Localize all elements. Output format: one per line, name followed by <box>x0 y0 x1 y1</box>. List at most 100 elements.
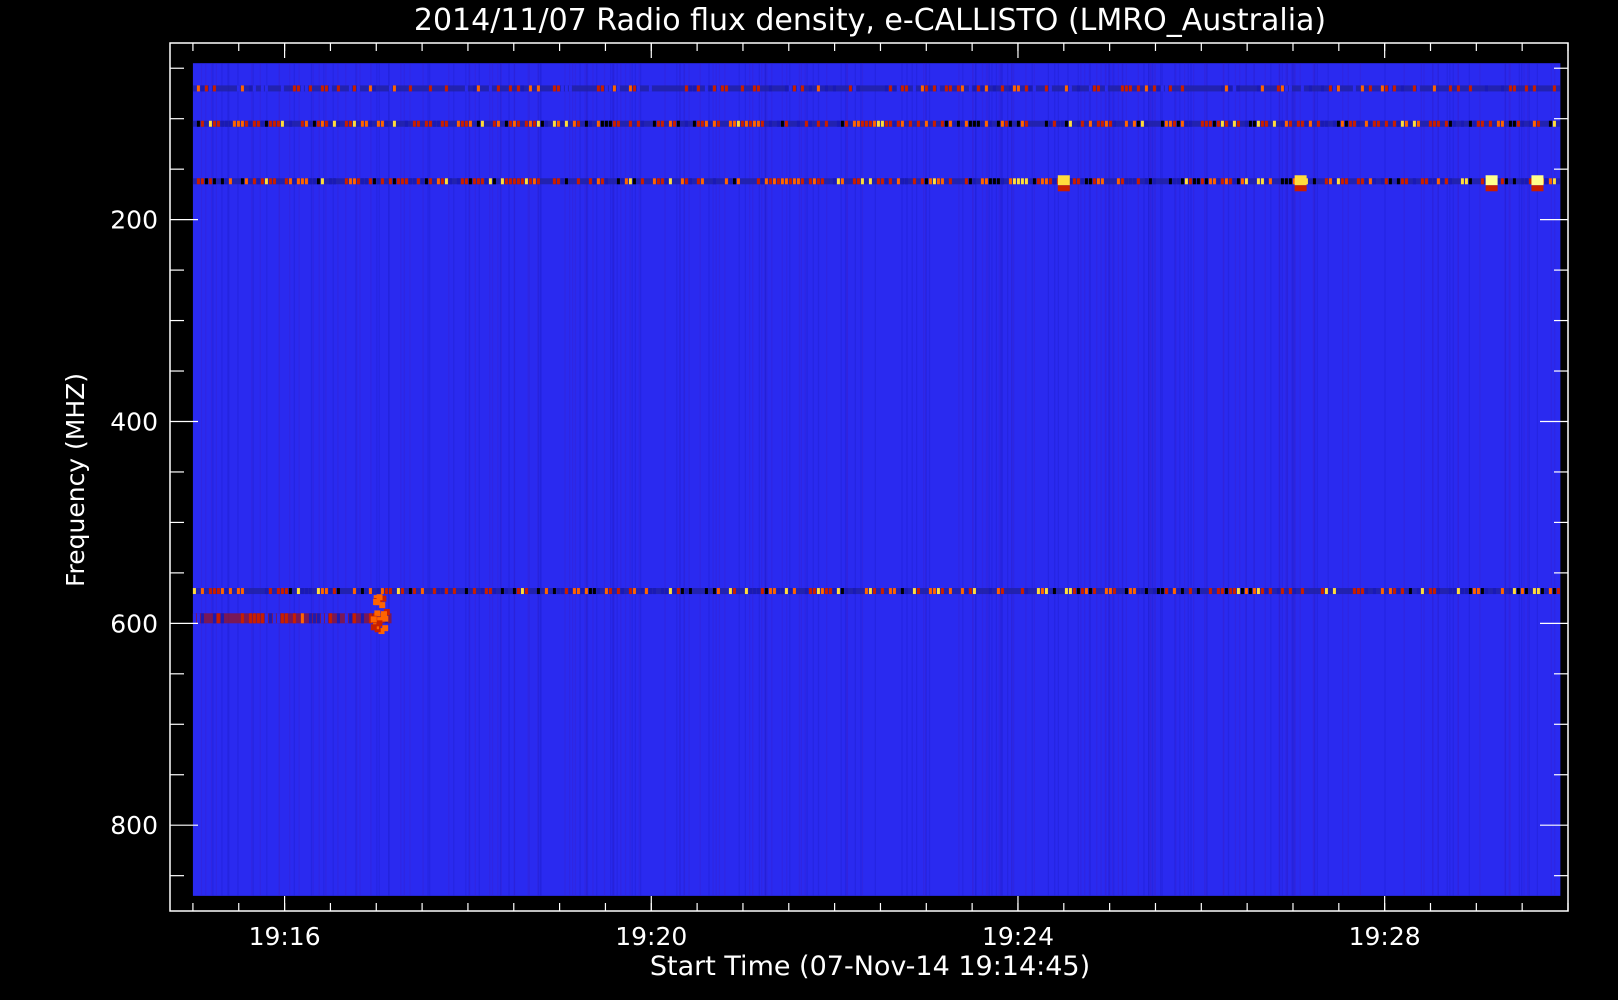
heatmap-cell <box>400 178 404 185</box>
heatmap-cell <box>372 85 376 92</box>
heatmap-cell <box>556 85 560 92</box>
heatmap-cell <box>356 85 360 92</box>
heatmap-cell <box>1388 85 1392 92</box>
heatmap-streak <box>1187 63 1189 896</box>
heatmap-cell <box>272 613 276 624</box>
heatmap-cell <box>1316 120 1320 127</box>
heatmap-cell <box>1328 178 1332 185</box>
heatmap-cell <box>696 120 700 127</box>
heatmap-cell <box>376 588 380 595</box>
heatmap-cell <box>276 588 280 595</box>
heatmap-cell <box>1184 178 1188 185</box>
heatmap-cell <box>276 613 280 624</box>
heatmap-cell <box>936 178 940 185</box>
heatmap-cell <box>616 178 620 185</box>
heatmap-cell <box>860 120 864 127</box>
heatmap-cell <box>1340 178 1344 185</box>
heatmap-cell <box>1008 178 1012 185</box>
heatmap-cell <box>724 178 728 185</box>
heatmap-cell <box>1512 85 1516 92</box>
heatmap-cell <box>292 178 296 185</box>
heatmap-cell <box>196 85 200 92</box>
heatmap-cell <box>1168 85 1172 92</box>
heatmap-cell <box>1120 85 1124 92</box>
heatmap-streak <box>1253 63 1255 896</box>
heatmap-cell <box>604 120 608 127</box>
heatmap-streak <box>1508 63 1510 896</box>
heatmap-cell <box>1236 120 1240 127</box>
heatmap-streak <box>1264 63 1266 896</box>
heatmap-cell <box>1012 85 1016 92</box>
heatmap-cell <box>996 178 1000 185</box>
heatmap-cell <box>688 85 692 92</box>
heatmap-cell <box>1348 120 1352 127</box>
heatmap-streak <box>1175 63 1177 896</box>
heatmap-cell <box>752 85 756 92</box>
heatmap-cell <box>968 588 972 595</box>
heatmap-streak <box>1527 63 1529 896</box>
heatmap-cell <box>952 120 956 127</box>
heatmap-cell <box>1268 178 1272 185</box>
heatmap-cell <box>1256 85 1260 92</box>
heatmap-cell <box>648 85 652 92</box>
heatmap-streak <box>1550 63 1552 896</box>
heatmap-cell <box>1080 120 1084 127</box>
heatmap-streak <box>995 63 998 896</box>
heatmap-cell <box>964 178 968 185</box>
heatmap-streak <box>1001 63 1004 896</box>
heatmap-cell <box>912 178 916 185</box>
heatmap-cell <box>564 178 568 185</box>
heatmap-cell <box>1272 120 1276 127</box>
heatmap-cell <box>976 85 980 92</box>
heatmap-cell <box>608 120 612 127</box>
heatmap-cell <box>1060 120 1064 127</box>
heatmap-streak <box>1113 63 1115 896</box>
heatmap-cell <box>212 588 216 595</box>
heatmap-cell <box>944 120 948 127</box>
heatmap-cell <box>1480 178 1484 185</box>
heatmap-cell <box>728 120 732 127</box>
heatmap-streak <box>613 63 615 896</box>
heatmap-cell <box>1280 588 1284 595</box>
heatmap-cell <box>588 588 592 595</box>
heatmap-cell <box>260 120 264 127</box>
heatmap-cell <box>724 85 728 92</box>
heatmap-cell <box>1468 120 1472 127</box>
heatmap-cell <box>664 588 668 595</box>
heatmap-cell <box>1052 120 1056 127</box>
heatmap-cell <box>688 588 692 595</box>
heatmap-cell <box>1280 85 1284 92</box>
heatmap-cell <box>1092 85 1096 92</box>
heatmap-cell <box>1400 178 1404 185</box>
heatmap-cell <box>220 613 224 624</box>
heatmap-cell <box>1536 120 1540 127</box>
heatmap-cell <box>1212 178 1216 185</box>
heatmap-streak <box>985 63 988 896</box>
heatmap-cell <box>756 120 760 127</box>
heatmap-cell <box>816 85 820 92</box>
heatmap-cell <box>1224 120 1228 127</box>
y-tick-label: 400 <box>110 407 158 436</box>
heatmap-streak <box>664 63 666 896</box>
heatmap-cell <box>804 120 808 127</box>
heatmap-cell <box>432 120 436 127</box>
heatmap-cell <box>860 178 864 185</box>
heatmap-cell <box>1076 178 1080 185</box>
heatmap-streak <box>1121 63 1123 896</box>
heatmap-cell <box>476 120 480 127</box>
heatmap-spot-tail <box>1057 185 1070 192</box>
heatmap-cell <box>1408 588 1412 595</box>
heatmap-cell <box>456 120 460 127</box>
heatmap-streak <box>699 63 701 896</box>
heatmap-streak <box>817 63 820 896</box>
heatmap-cell <box>776 178 780 185</box>
heatmap-burst-cell <box>373 599 380 606</box>
heatmap-cell <box>488 588 492 595</box>
heatmap-cell <box>1124 588 1128 595</box>
heatmap-cell <box>212 85 216 92</box>
heatmap-cell <box>1172 120 1176 127</box>
heatmap-streak <box>901 63 903 896</box>
heatmap-streak <box>1314 63 1316 896</box>
heatmap-cell <box>1468 85 1472 92</box>
heatmap-cell <box>476 178 480 185</box>
